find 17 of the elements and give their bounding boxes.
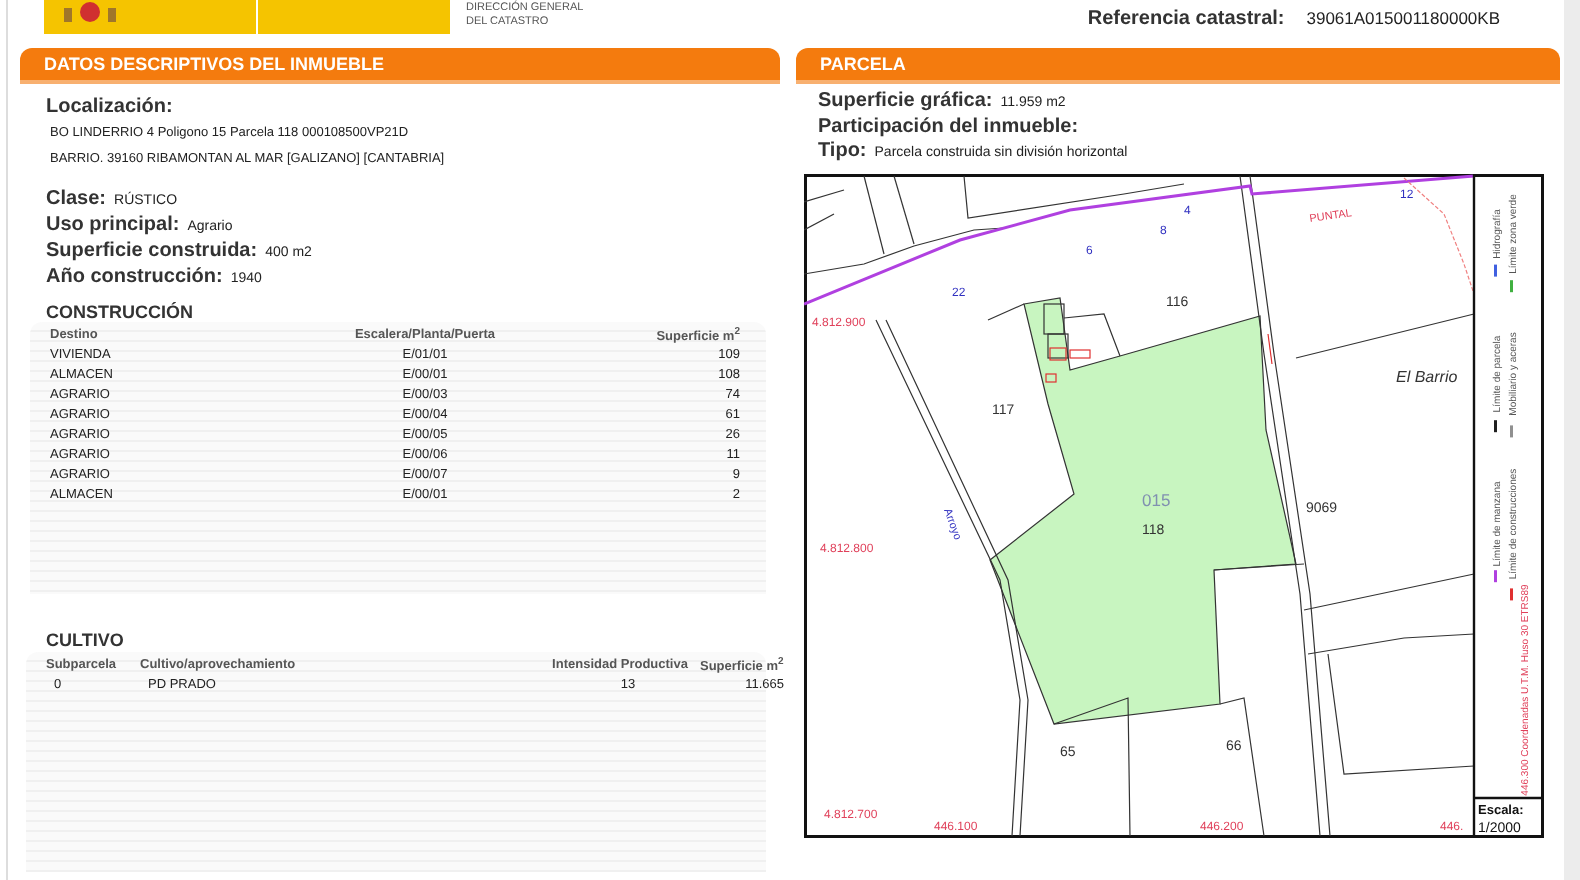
section-header: DATOS DESCRIPTIVOS DEL INMUEBLE <box>20 48 780 80</box>
field-label: Año construcción: <box>46 266 223 288</box>
section-title: CULTIVO <box>46 628 126 650</box>
field-label: Superficie gráfica: <box>818 90 993 112</box>
field-label: Tipo: <box>818 140 867 162</box>
place-name: El Barrio <box>1396 367 1458 385</box>
polygon-number: 015 <box>1142 489 1171 509</box>
coat-of-arms-icon <box>60 2 120 22</box>
field-label: Participación del inmueble: <box>818 115 1079 137</box>
field-label: Uso principal: <box>46 214 180 236</box>
section-header: PARCELA <box>796 48 1560 80</box>
reference-label: Referencia catastral: <box>1087 8 1285 30</box>
reference-value: 39061A015001180000KB <box>1306 8 1500 28</box>
field-label: Localización: <box>46 96 175 120</box>
section-title: CONSTRUCCIÓN <box>46 300 195 322</box>
field-label: Superficie construida: <box>46 240 258 262</box>
field-label: Clase: <box>46 188 107 210</box>
